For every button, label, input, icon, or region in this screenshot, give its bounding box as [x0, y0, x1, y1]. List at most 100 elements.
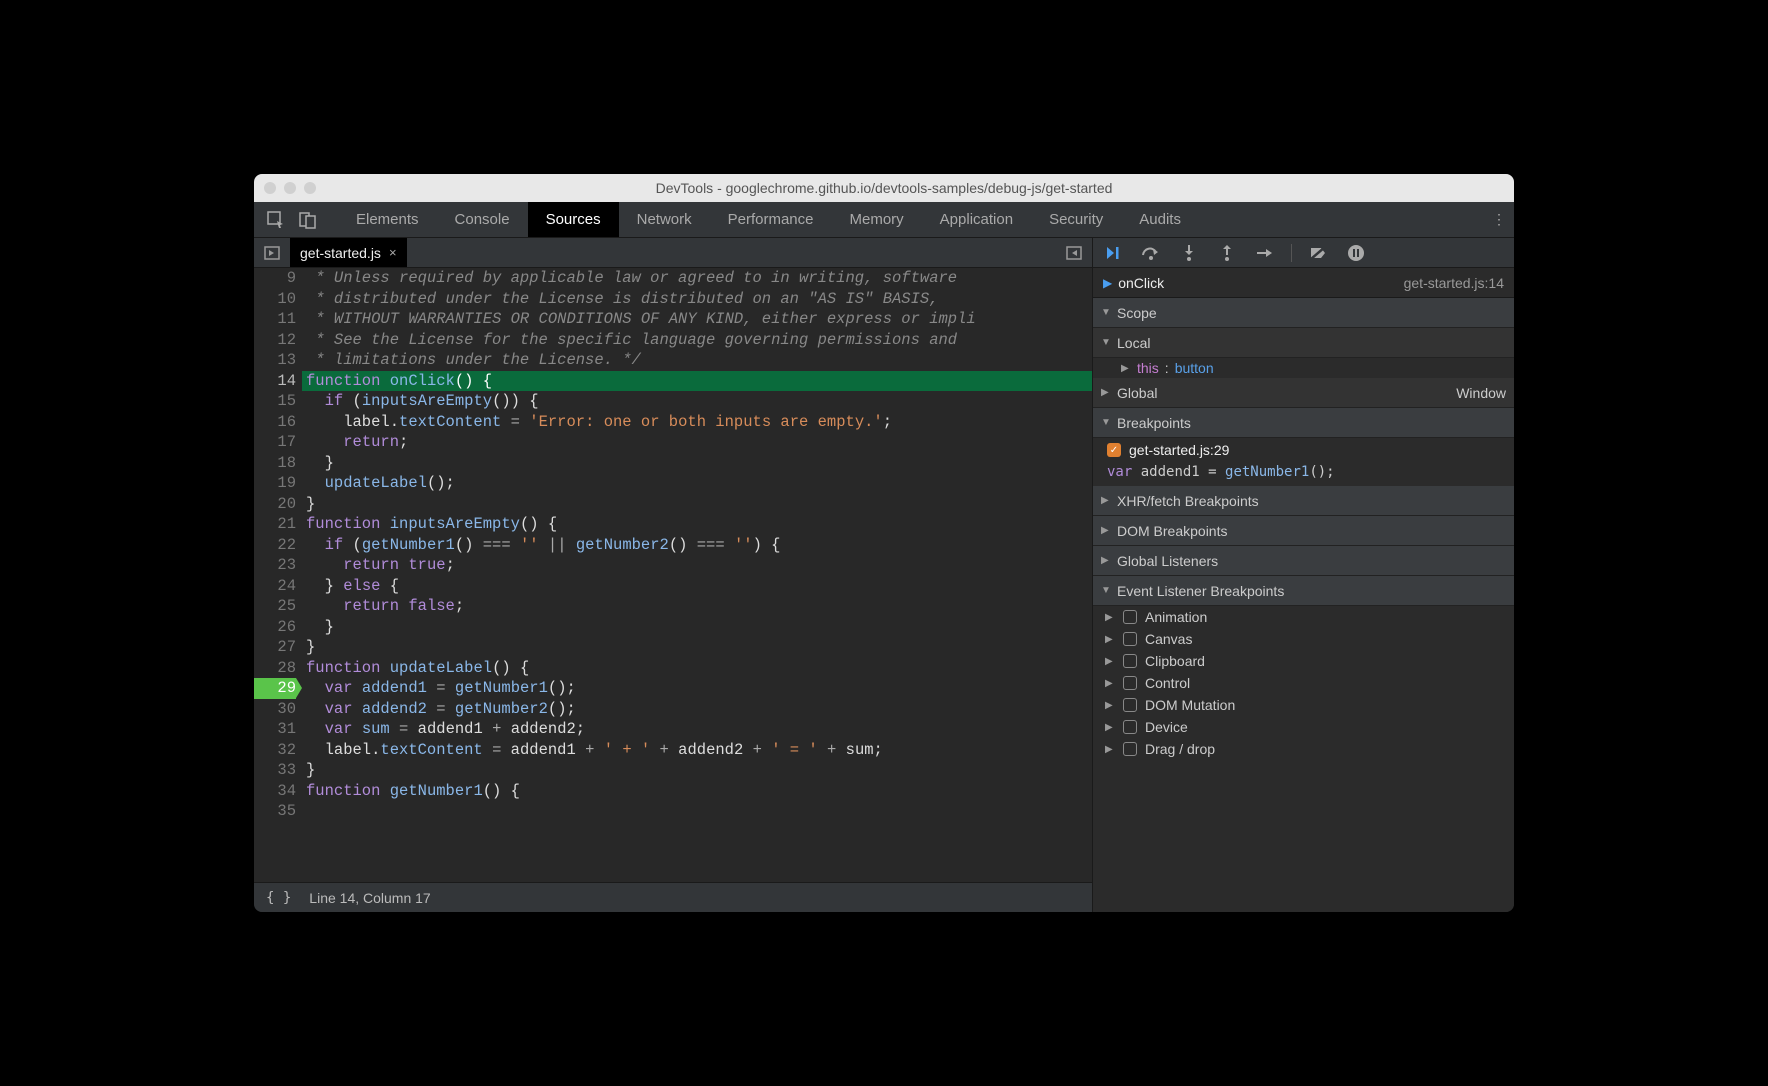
event-category[interactable]: ▶Animation — [1093, 606, 1514, 628]
code-line[interactable] — [302, 801, 1092, 822]
gutter-line[interactable]: 22 — [254, 535, 296, 556]
more-menu-icon[interactable]: ⋮ — [1484, 202, 1514, 237]
zoom-window-icon[interactable] — [304, 182, 316, 194]
gutter-line[interactable]: 17 — [254, 432, 296, 453]
code-line[interactable]: label.textContent = 'Error: one or both … — [302, 412, 1092, 433]
event-category[interactable]: ▶Drag / drop — [1093, 738, 1514, 760]
minimize-window-icon[interactable] — [284, 182, 296, 194]
main-tab-application[interactable]: Application — [922, 202, 1031, 237]
gutter-line[interactable]: 10 — [254, 289, 296, 310]
step-button[interactable] — [1253, 241, 1277, 265]
gutter-line[interactable]: 21 — [254, 514, 296, 535]
file-tab[interactable]: get-started.js × — [290, 238, 407, 267]
code-line[interactable]: updateLabel(); — [302, 473, 1092, 494]
code-line[interactable]: * Unless required by applicable law or a… — [302, 268, 1092, 289]
show-debugger-icon[interactable] — [1056, 238, 1092, 267]
format-code-icon[interactable]: { } — [266, 890, 291, 906]
code-line[interactable]: function onClick() { — [302, 371, 1092, 392]
code-line[interactable]: if (getNumber1() === '' || getNumber2() … — [302, 535, 1092, 556]
gutter-line[interactable]: 18 — [254, 453, 296, 474]
main-tab-security[interactable]: Security — [1031, 202, 1121, 237]
code-line[interactable]: return; — [302, 432, 1092, 453]
code-line[interactable]: * See the License for the specific langu… — [302, 330, 1092, 351]
device-toolbar-icon[interactable] — [292, 202, 324, 237]
code-editor[interactable]: 9101112131415161718192021222324252627282… — [254, 268, 1092, 882]
call-stack-row[interactable]: ▶ onClick get-started.js:14 — [1093, 268, 1514, 298]
event-category[interactable]: ▶DOM Mutation — [1093, 694, 1514, 716]
step-out-button[interactable] — [1215, 241, 1239, 265]
gutter-line[interactable]: 14 — [254, 371, 296, 392]
breakpoints-section-header[interactable]: ▼Breakpoints — [1093, 408, 1514, 438]
event-breakpoints-header[interactable]: ▼Event Listener Breakpoints — [1093, 576, 1514, 606]
code-line[interactable]: function getNumber1() { — [302, 781, 1092, 802]
code-line[interactable]: var sum = addend1 + addend2; — [302, 719, 1092, 740]
gutter-line[interactable]: 13 — [254, 350, 296, 371]
global-scope-header[interactable]: ▶Global Window — [1093, 378, 1514, 408]
code-line[interactable]: function inputsAreEmpty() { — [302, 514, 1092, 535]
gutter-line[interactable]: 24 — [254, 576, 296, 597]
event-category[interactable]: ▶Control — [1093, 672, 1514, 694]
gutter-line[interactable]: 9 — [254, 268, 296, 289]
event-category-checkbox[interactable] — [1123, 610, 1137, 624]
gutter-line[interactable]: 32 — [254, 740, 296, 761]
breakpoint-checkbox[interactable]: ✓ — [1107, 443, 1121, 457]
gutter-line[interactable]: 11 — [254, 309, 296, 330]
code-line[interactable]: return true; — [302, 555, 1092, 576]
event-category[interactable]: ▶Clipboard — [1093, 650, 1514, 672]
gutter-line[interactable]: 30 — [254, 699, 296, 720]
event-category[interactable]: ▶Device — [1093, 716, 1514, 738]
step-into-button[interactable] — [1177, 241, 1201, 265]
code-line[interactable]: } — [302, 494, 1092, 515]
gutter-line[interactable]: 28 — [254, 658, 296, 679]
event-category-checkbox[interactable] — [1123, 742, 1137, 756]
gutter-line[interactable]: 12 — [254, 330, 296, 351]
code-line[interactable]: if (inputsAreEmpty()) { — [302, 391, 1092, 412]
code-line[interactable]: } — [302, 637, 1092, 658]
step-over-button[interactable] — [1139, 241, 1163, 265]
pause-on-exceptions-button[interactable] — [1344, 241, 1368, 265]
event-category-checkbox[interactable] — [1123, 654, 1137, 668]
gutter-line[interactable]: 34 — [254, 781, 296, 802]
main-tab-sources[interactable]: Sources — [528, 202, 619, 237]
inspect-element-icon[interactable] — [260, 202, 292, 237]
gutter-line[interactable]: 16 — [254, 412, 296, 433]
gutter-line[interactable]: 26 — [254, 617, 296, 638]
scope-variable-this[interactable]: ▶ this: button — [1093, 358, 1514, 378]
main-tab-elements[interactable]: Elements — [338, 202, 437, 237]
main-tab-audits[interactable]: Audits — [1121, 202, 1199, 237]
main-tab-console[interactable]: Console — [437, 202, 528, 237]
main-tab-performance[interactable]: Performance — [710, 202, 832, 237]
close-window-icon[interactable] — [264, 182, 276, 194]
gutter-line[interactable]: 29 — [254, 678, 296, 699]
main-tab-memory[interactable]: Memory — [832, 202, 922, 237]
gutter-line[interactable]: 19 — [254, 473, 296, 494]
main-tab-network[interactable]: Network — [619, 202, 710, 237]
xhr-breakpoints-header[interactable]: ▶XHR/fetch Breakpoints — [1093, 486, 1514, 516]
code-line[interactable]: * WITHOUT WARRANTIES OR CONDITIONS OF AN… — [302, 309, 1092, 330]
resume-button[interactable] — [1101, 241, 1125, 265]
gutter-line[interactable]: 23 — [254, 555, 296, 576]
gutter-line[interactable]: 31 — [254, 719, 296, 740]
event-category[interactable]: ▶Canvas — [1093, 628, 1514, 650]
code-line[interactable]: } — [302, 453, 1092, 474]
global-listeners-header[interactable]: ▶Global Listeners — [1093, 546, 1514, 576]
code-line[interactable]: } — [302, 760, 1092, 781]
dom-breakpoints-header[interactable]: ▶DOM Breakpoints — [1093, 516, 1514, 546]
code-line[interactable]: return false; — [302, 596, 1092, 617]
gutter-line[interactable]: 33 — [254, 760, 296, 781]
code-line[interactable]: label.textContent = addend1 + ' + ' + ad… — [302, 740, 1092, 761]
code-line[interactable]: * limitations under the License. */ — [302, 350, 1092, 371]
code-line[interactable]: var addend2 = getNumber2(); — [302, 699, 1092, 720]
gutter-line[interactable]: 25 — [254, 596, 296, 617]
event-category-checkbox[interactable] — [1123, 720, 1137, 734]
gutter-line[interactable]: 35 — [254, 801, 296, 822]
gutter-line[interactable]: 27 — [254, 637, 296, 658]
code-line[interactable]: function updateLabel() { — [302, 658, 1092, 679]
scope-section-header[interactable]: ▼Scope — [1093, 298, 1514, 328]
gutter-line[interactable]: 15 — [254, 391, 296, 412]
close-tab-icon[interactable]: × — [389, 245, 397, 260]
event-category-checkbox[interactable] — [1123, 676, 1137, 690]
code-line[interactable]: var addend1 = getNumber1(); — [302, 678, 1092, 699]
code-line[interactable]: } — [302, 617, 1092, 638]
breakpoint-item[interactable]: ✓ get-started.js:29 — [1093, 438, 1514, 462]
